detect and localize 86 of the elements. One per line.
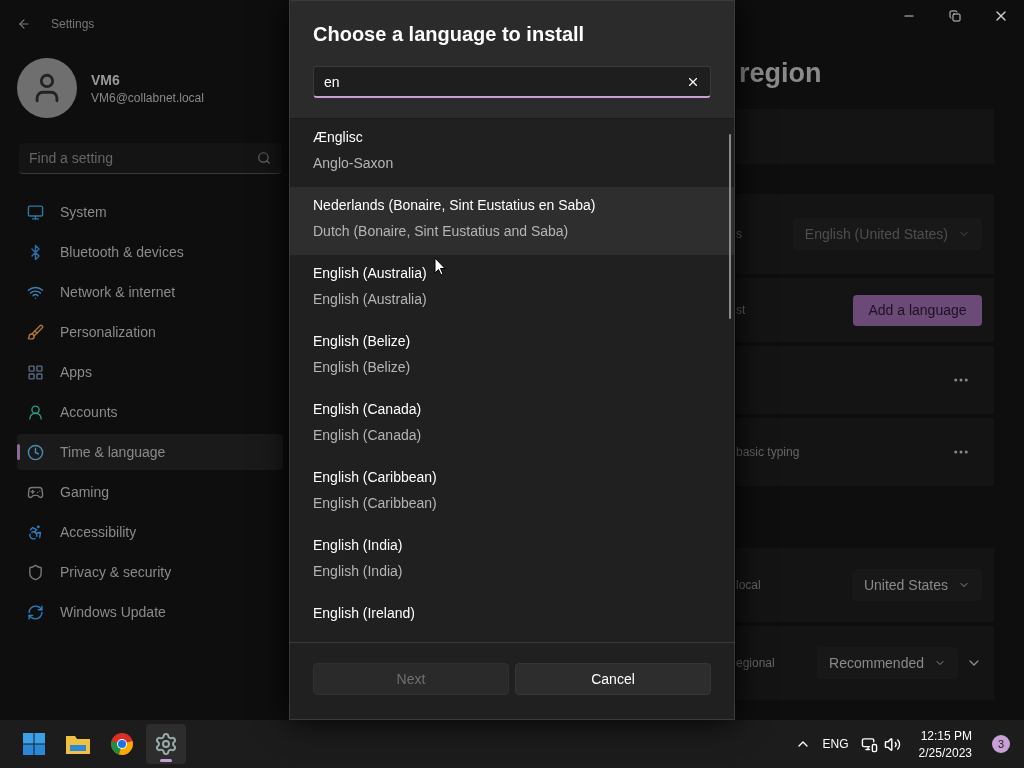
nav-item[interactable]: Accessibility bbox=[17, 514, 283, 550]
person-icon bbox=[27, 403, 44, 421]
nav-label: Time & language bbox=[60, 444, 166, 460]
language-english-name: Anglo-Saxon bbox=[313, 155, 394, 171]
language-option[interactable]: English (Canada) English (Canada) bbox=[290, 391, 734, 459]
nav-item[interactable]: Privacy & security bbox=[17, 554, 283, 590]
browser-icon bbox=[110, 732, 134, 756]
clock-icon bbox=[27, 443, 44, 461]
clock-time[interactable]: 12:15 PM bbox=[920, 728, 972, 743]
nav-label: Privacy & security bbox=[60, 564, 172, 580]
language-english-name: Dutch (Bonaire, Sint Eustatius and Saba) bbox=[313, 223, 569, 239]
nav-item[interactable]: Personalization bbox=[17, 314, 283, 350]
running-indicator bbox=[160, 759, 172, 762]
setting-label: local bbox=[736, 578, 761, 592]
nav-label: Windows Update bbox=[60, 604, 166, 620]
nav-label: Personalization bbox=[60, 324, 156, 340]
language-english-name: English (Caribbean) bbox=[313, 495, 437, 511]
language-option[interactable]: English (India) English (India) bbox=[290, 527, 734, 595]
scrollbar[interactable] bbox=[729, 134, 731, 319]
nav-item[interactable]: Apps bbox=[17, 354, 283, 390]
nav-label: Gaming bbox=[60, 484, 110, 500]
language-option[interactable]: English (Ireland) bbox=[290, 595, 734, 642]
language-name: English (India) bbox=[313, 537, 403, 553]
refresh-icon bbox=[27, 603, 44, 621]
dropdown[interactable]: United States bbox=[851, 569, 982, 601]
language-english-name: English (Australia) bbox=[313, 291, 427, 307]
language-option[interactable]: English (Belize) English (Belize) bbox=[290, 323, 734, 391]
apps-icon bbox=[27, 363, 44, 381]
back-icon[interactable] bbox=[17, 17, 31, 31]
language-option[interactable]: Nederlands (Bonaire, Sint Eustatius en Saba) Dutch (Bonaire, Sint Eustatius and Saba) bbox=[290, 187, 734, 255]
avatar bbox=[17, 58, 77, 118]
language-option[interactable]: English (Caribbean) English (Caribbean) bbox=[290, 459, 734, 527]
gear-icon bbox=[154, 732, 178, 756]
restore-icon bbox=[949, 10, 961, 22]
language-name: English (Belize) bbox=[313, 333, 411, 349]
nav-label: System bbox=[60, 204, 107, 220]
page-title: region bbox=[738, 58, 823, 90]
account-email: VM6@collabnet.local bbox=[91, 90, 204, 105]
nav-item[interactable]: Gaming bbox=[17, 474, 283, 510]
nav-item[interactable]: Bluetooth & devices bbox=[17, 234, 283, 270]
nav-item[interactable]: Accounts bbox=[17, 394, 283, 430]
dialog-title: Choose a language to install bbox=[313, 23, 586, 46]
setting-label: st bbox=[736, 303, 746, 317]
notification-badge[interactable]: 3 bbox=[992, 735, 1010, 753]
language-option[interactable]: Ænglisc Anglo-Saxon bbox=[290, 119, 734, 187]
language-search-field[interactable]: en bbox=[313, 66, 711, 98]
nav-label: Network & internet bbox=[60, 284, 176, 300]
language-name: English (Australia) bbox=[313, 265, 427, 281]
language-name: English (Caribbean) bbox=[313, 469, 437, 485]
search-field[interactable]: Find a setting bbox=[19, 143, 281, 174]
taskbar-app[interactable] bbox=[146, 724, 186, 764]
shield-icon bbox=[27, 563, 44, 581]
window-title: Settings bbox=[51, 17, 95, 31]
input-language[interactable]: ENG bbox=[822, 737, 849, 751]
monitor-icon bbox=[27, 203, 44, 221]
volume-icon[interactable] bbox=[883, 735, 901, 753]
brush-icon bbox=[27, 323, 44, 341]
dropdown[interactable]: Recommended bbox=[817, 647, 958, 679]
windows-icon bbox=[22, 732, 46, 756]
selection-indicator bbox=[17, 444, 20, 460]
nav-label: Accounts bbox=[60, 404, 118, 420]
language-name: English (Canada) bbox=[313, 401, 422, 417]
language-name: Nederlands (Bonaire, Sint Eustatius en Saba) bbox=[313, 197, 596, 213]
nav-item[interactable]: Time & language bbox=[17, 434, 283, 470]
setting-label: basic typing bbox=[736, 445, 800, 459]
nav-item[interactable]: System bbox=[17, 194, 283, 230]
language-name: English (Ireland) bbox=[313, 605, 415, 621]
language-option[interactable]: English (Australia) English (Australia) bbox=[290, 255, 734, 323]
nav-label: Apps bbox=[60, 364, 92, 380]
language-name: Ænglisc bbox=[313, 129, 363, 145]
accessibility-icon bbox=[27, 523, 44, 541]
cancel-button[interactable]: Cancel bbox=[515, 663, 711, 695]
language-english-name: English (India) bbox=[313, 563, 403, 579]
language-english-name: English (Canada) bbox=[313, 427, 422, 443]
cursor-icon bbox=[434, 257, 446, 276]
search-icon bbox=[257, 151, 271, 165]
clock-date[interactable]: 2/25/2023 bbox=[918, 745, 972, 760]
nav-item[interactable]: Windows Update bbox=[17, 594, 283, 630]
account-name: VM6 bbox=[91, 71, 121, 88]
nav-label: Bluetooth & devices bbox=[60, 244, 184, 260]
folder-icon bbox=[65, 733, 91, 755]
setting-label: egional bbox=[736, 656, 775, 670]
network-icon[interactable] bbox=[860, 735, 878, 753]
nav-item[interactable]: Network & internet bbox=[17, 274, 283, 310]
language-english-name: English (Belize) bbox=[313, 359, 411, 375]
nav-label: Accessibility bbox=[60, 524, 137, 540]
